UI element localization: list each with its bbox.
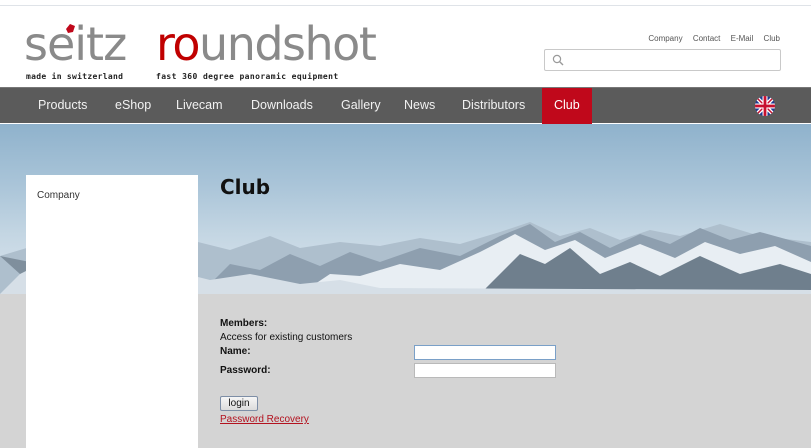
page-title: Club: [220, 175, 271, 199]
top-links: Company Contact E-Mail Club: [640, 34, 780, 43]
top-link-company[interactable]: Company: [648, 34, 682, 43]
members-label: Members:: [220, 318, 268, 329]
search-input[interactable]: [544, 49, 781, 71]
nav-item-gallery[interactable]: Gallery: [341, 88, 381, 124]
swiss-cross-icon: [66, 24, 75, 33]
sidebar-item-company[interactable]: Company: [37, 190, 80, 201]
header: seitz made in switzerland roundshot fast…: [0, 7, 811, 86]
nav-item-club[interactable]: Club: [542, 88, 592, 124]
login-button[interactable]: login: [220, 396, 258, 411]
name-label: Name:: [220, 346, 251, 357]
top-link-contact[interactable]: Contact: [693, 34, 721, 43]
password-label: Password:: [220, 365, 271, 376]
nav-item-eshop[interactable]: eShop: [115, 88, 151, 124]
roundshot-logo-grey: undshot: [199, 17, 377, 71]
password-recovery-link[interactable]: Password Recovery: [220, 414, 309, 425]
nav-item-distributors[interactable]: Distributors: [462, 88, 525, 124]
seitz-tagline: made in switzerland: [26, 72, 124, 81]
roundshot-tagline: fast 360 degree panoramic equipment: [156, 72, 339, 81]
sidebar: Company: [26, 175, 198, 448]
seitz-logo[interactable]: seitz made in switzerland: [24, 21, 144, 83]
top-border: [0, 0, 811, 6]
search-icon: [552, 54, 564, 66]
name-input[interactable]: [414, 345, 556, 360]
roundshot-logo-text: roundshot: [156, 21, 377, 67]
roundshot-logo-red: ro: [156, 17, 201, 71]
nav-item-products[interactable]: Products: [38, 88, 87, 124]
main-nav: Products eShop Livecam Downloads Gallery…: [0, 87, 811, 124]
password-input[interactable]: [414, 363, 556, 378]
uk-flag-icon[interactable]: [755, 96, 775, 116]
top-link-club[interactable]: Club: [764, 34, 780, 43]
nav-item-downloads[interactable]: Downloads: [251, 88, 313, 124]
roundshot-logo[interactable]: roundshot fast 360 degree panoramic equi…: [156, 21, 377, 83]
nav-item-news[interactable]: News: [404, 88, 435, 124]
nav-item-livecam[interactable]: Livecam: [176, 88, 223, 124]
top-link-email[interactable]: E-Mail: [731, 34, 754, 43]
access-description: Access for existing customers: [220, 332, 353, 343]
